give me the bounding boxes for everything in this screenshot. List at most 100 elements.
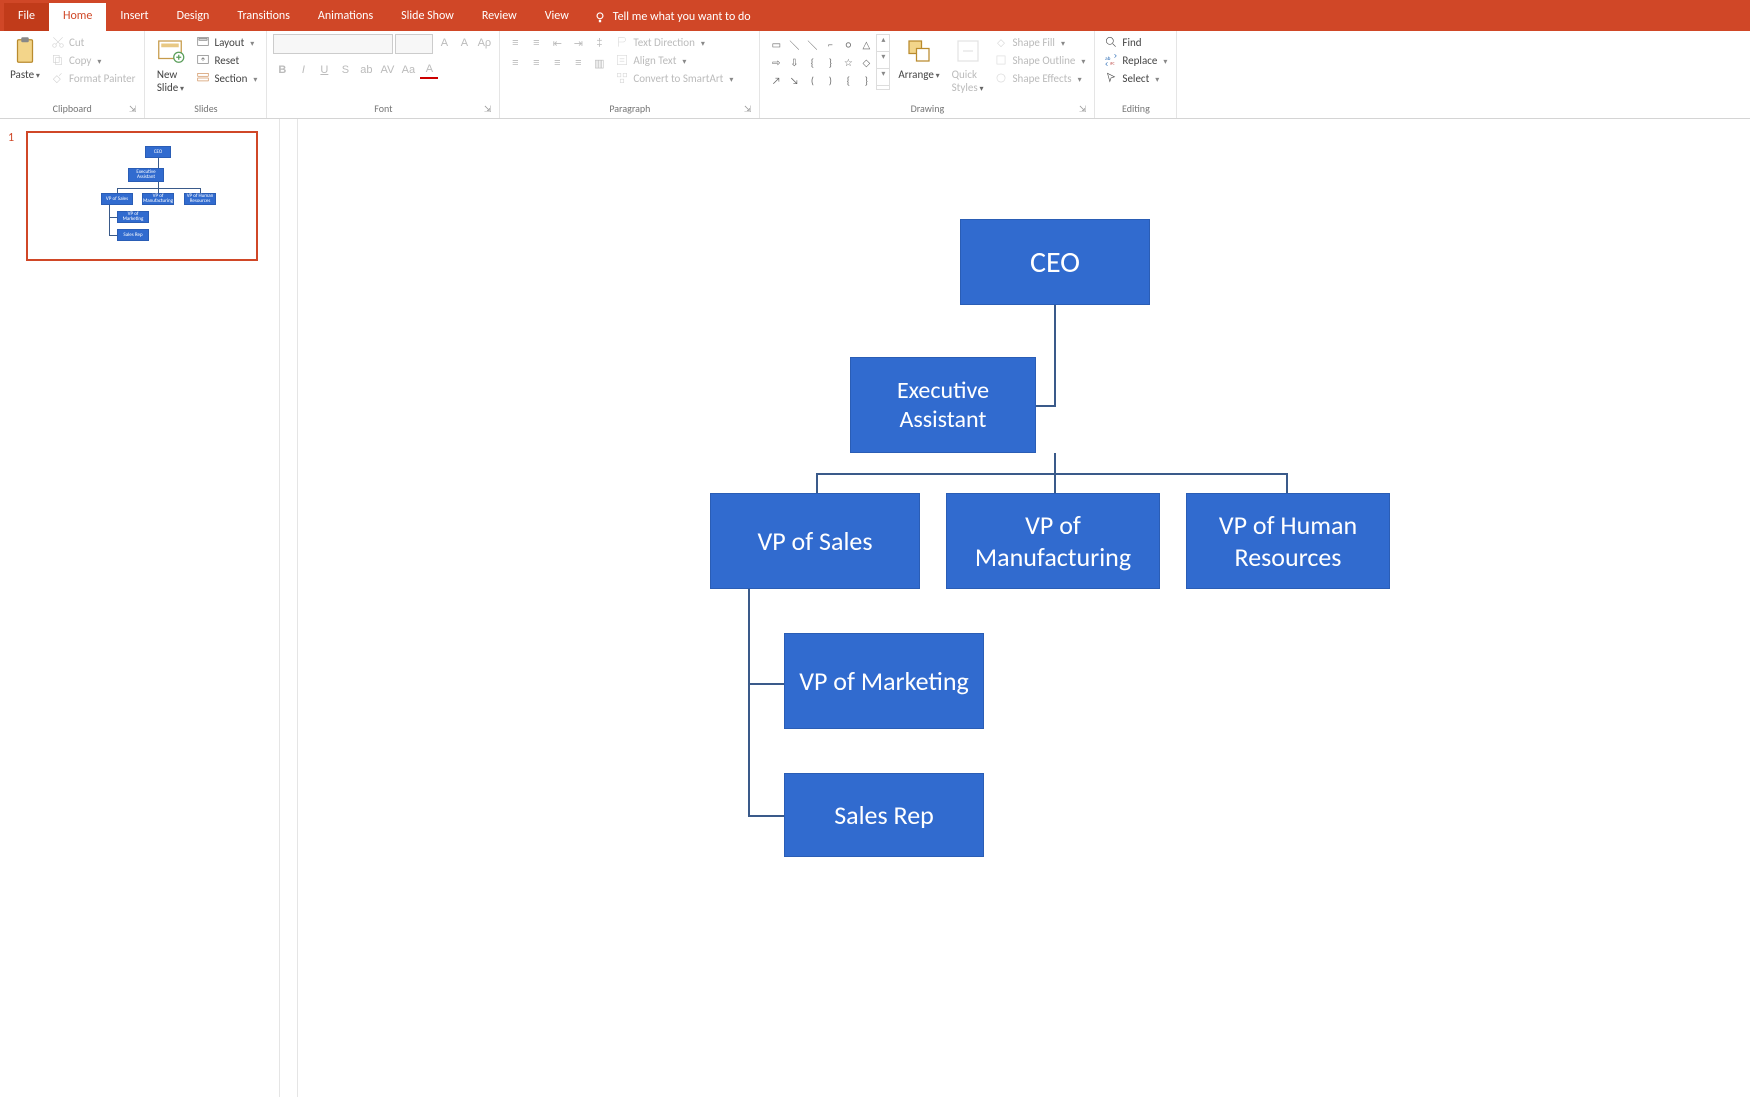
shapes-gallery[interactable]: ▭ ＼ ＼ ⌐ ○ △ ⇨ ⇩ { } ☆ ◇ ↗ ↘ ( ) { bbox=[766, 34, 876, 90]
tab-insert[interactable]: Insert bbox=[106, 3, 162, 31]
tab-transitions[interactable]: Transitions bbox=[223, 3, 304, 31]
quick-styles-button[interactable]: Quick Styles bbox=[948, 34, 988, 96]
increase-font-button[interactable]: A bbox=[435, 34, 453, 52]
tab-slideshow[interactable]: Slide Show bbox=[387, 3, 468, 31]
change-case-button[interactable]: Aa bbox=[399, 61, 417, 79]
section-label: Section bbox=[214, 72, 247, 85]
org-node-vp-marketing[interactable]: VP of Marketing bbox=[784, 633, 984, 729]
tab-view[interactable]: View bbox=[531, 3, 583, 31]
org-node-sales-rep[interactable]: Sales Rep bbox=[784, 773, 984, 857]
line-spacing-button[interactable]: ‡ bbox=[590, 34, 608, 52]
tell-me-box[interactable]: Tell me what you want to do bbox=[583, 3, 761, 31]
shape-arrowr-icon[interactable]: ⇨ bbox=[768, 54, 784, 70]
shape-oval-icon[interactable]: ○ bbox=[840, 36, 856, 52]
decrease-font-button[interactable]: A bbox=[455, 34, 473, 52]
shape-line2-icon[interactable]: ＼ bbox=[804, 36, 820, 52]
group-label-font: Font bbox=[273, 102, 493, 117]
layout-button[interactable]: Layout bbox=[193, 34, 260, 50]
italic-button[interactable]: I bbox=[294, 61, 312, 79]
format-painter-button[interactable]: Format Painter bbox=[48, 70, 138, 86]
org-node-assistant[interactable]: Executive Assistant bbox=[850, 357, 1036, 453]
gallery-up-icon[interactable]: ▴ bbox=[877, 35, 889, 52]
org-node-ceo[interactable]: CEO bbox=[960, 219, 1150, 305]
shape-connector1-icon[interactable]: ↗ bbox=[768, 72, 784, 88]
gallery-more-icon[interactable]: ▾ bbox=[877, 69, 889, 86]
font-size-selector[interactable] bbox=[395, 34, 433, 54]
group-slides: New Slide Layout Reset Section Slides bbox=[145, 31, 267, 118]
thumb-node-vps: VP of Sales bbox=[101, 193, 133, 205]
shape-outline-button[interactable]: Shape Outline bbox=[991, 52, 1088, 68]
shape-connector2-icon[interactable]: ↘ bbox=[786, 72, 802, 88]
shape-arrowd-icon[interactable]: ⇩ bbox=[786, 54, 802, 70]
shape-lparen-icon[interactable]: ( bbox=[804, 72, 820, 88]
tab-design[interactable]: Design bbox=[163, 3, 224, 31]
align-left-button[interactable]: ≡ bbox=[506, 54, 524, 72]
bold-button[interactable]: B bbox=[273, 61, 291, 79]
align-right-button[interactable]: ≡ bbox=[548, 54, 566, 72]
org-node-vp-sales[interactable]: VP of Sales bbox=[710, 493, 920, 589]
shape-triangle-icon[interactable]: △ bbox=[858, 36, 874, 52]
shape-rbrace-icon[interactable]: } bbox=[822, 54, 838, 70]
reset-button[interactable]: Reset bbox=[193, 52, 260, 68]
bullets-button[interactable]: ≡ bbox=[506, 34, 524, 52]
org-node-vp-mfg[interactable]: VP of Manufacturing bbox=[946, 493, 1160, 589]
underline-button[interactable]: U bbox=[315, 61, 333, 79]
select-button[interactable]: Select bbox=[1101, 70, 1170, 86]
columns-button[interactable]: ▥ bbox=[590, 54, 608, 72]
cut-label: Cut bbox=[69, 36, 84, 49]
find-button[interactable]: Find bbox=[1101, 34, 1170, 50]
new-slide-button[interactable]: New Slide bbox=[151, 34, 189, 96]
shape-effects-button[interactable]: Shape Effects bbox=[991, 70, 1088, 86]
shape-lbracket-icon[interactable]: { bbox=[840, 72, 856, 88]
strikethrough-button[interactable]: S bbox=[336, 61, 354, 79]
replace-icon: abac bbox=[1104, 53, 1118, 67]
paste-button[interactable]: Paste bbox=[6, 34, 44, 83]
numbering-button[interactable]: ≡ bbox=[527, 34, 545, 52]
org-node-vp-hr[interactable]: VP of Human Resources bbox=[1186, 493, 1390, 589]
shape-callout-icon[interactable]: ◇ bbox=[858, 54, 874, 70]
tab-animations[interactable]: Animations bbox=[304, 3, 387, 31]
group-label-editing: Editing bbox=[1101, 102, 1170, 117]
copy-button[interactable]: Copy bbox=[48, 52, 138, 68]
shape-fill-button[interactable]: Shape Fill bbox=[991, 34, 1088, 50]
convert-smartart-button[interactable]: Convert to SmartArt bbox=[612, 70, 736, 86]
gallery-down-icon[interactable]: ▾ bbox=[877, 52, 889, 69]
align-center-button[interactable]: ≡ bbox=[527, 54, 545, 72]
shapes-gallery-scroll[interactable]: ▴ ▾ ▾ bbox=[876, 34, 890, 90]
section-button[interactable]: Section bbox=[193, 70, 260, 86]
slide-thumbnail-1[interactable]: CEO Executive Assistant VP of Sales VP o… bbox=[26, 131, 258, 261]
shape-fill-label: Shape Fill bbox=[1012, 36, 1054, 49]
shape-rbracket-icon[interactable]: } bbox=[858, 72, 874, 88]
slide-thumbnail-panel[interactable]: 1 CEO Executive Assistant VP of Sales VP… bbox=[0, 119, 280, 1097]
reset-icon bbox=[196, 53, 210, 67]
tab-file[interactable]: File bbox=[4, 3, 49, 31]
clear-format-button[interactable]: Aρ bbox=[475, 34, 493, 52]
arrange-button[interactable]: Arrange bbox=[894, 34, 943, 83]
cut-button[interactable]: Cut bbox=[48, 34, 138, 50]
paste-label: Paste bbox=[10, 68, 40, 81]
quick-styles-label: Quick Styles bbox=[952, 68, 984, 94]
find-label: Find bbox=[1122, 36, 1141, 49]
tab-home[interactable]: Home bbox=[49, 3, 106, 31]
thumb-conn bbox=[109, 235, 117, 236]
thumb-node-ceo: CEO bbox=[145, 146, 171, 158]
shape-lbrace-icon[interactable]: { bbox=[804, 54, 820, 70]
shape-star-icon[interactable]: ☆ bbox=[840, 54, 856, 70]
increase-indent-button[interactable]: ⇥ bbox=[569, 34, 587, 52]
shape-line-icon[interactable]: ＼ bbox=[786, 36, 802, 52]
shape-elbow-icon[interactable]: ⌐ bbox=[822, 36, 838, 52]
font-name-selector[interactable] bbox=[273, 34, 393, 54]
font-color-button[interactable]: A bbox=[420, 61, 438, 79]
text-direction-button[interactable]: Text Direction bbox=[612, 34, 736, 50]
decrease-indent-button[interactable]: ⇤ bbox=[548, 34, 566, 52]
shadow-button[interactable]: ab bbox=[357, 61, 375, 79]
align-text-button[interactable]: Align Text bbox=[612, 52, 736, 68]
shape-rect-icon[interactable]: ▭ bbox=[768, 36, 784, 52]
shape-rparen-icon[interactable]: ) bbox=[822, 72, 838, 88]
char-spacing-button[interactable]: AV bbox=[378, 61, 396, 79]
justify-button[interactable]: ≡ bbox=[569, 54, 587, 72]
replace-button[interactable]: abac Replace bbox=[1101, 52, 1170, 68]
slide-canvas[interactable]: CEO Executive Assistant VP of Sales VP o… bbox=[280, 119, 1750, 1097]
tab-review[interactable]: Review bbox=[468, 3, 531, 31]
brush-icon bbox=[51, 71, 65, 85]
